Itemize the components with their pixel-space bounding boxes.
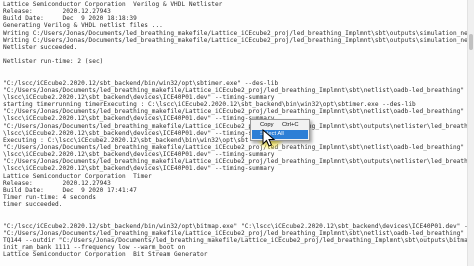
console-line: \lscc\iCEcube2.2020.12\sbt_backend\devic… bbox=[3, 129, 275, 137]
console-line: "C:/Users/Jonas/Documents/led_breathing_… bbox=[3, 229, 474, 237]
console-line: init_ram_bank 1111 --frequency low --war… bbox=[3, 244, 186, 252]
console-line: Netlister run-time: 2 (sec) bbox=[3, 58, 104, 66]
console-line: Writing C:/Users/Jonas/Documents/led_bre… bbox=[3, 29, 474, 37]
console-line: "C:/Users/Jonas/Documents/led_breathing_… bbox=[3, 108, 474, 116]
console-line: Lattice Semiconductor Corporation Verilo… bbox=[3, 1, 223, 8]
menu-item-copy-shortcut: Ctrl+C bbox=[282, 122, 299, 128]
console-line: Lattice Semiconductor Corporation Timer bbox=[3, 172, 152, 180]
console-line: starting timerrunning timerExecuting : C… bbox=[3, 101, 416, 109]
console-line: TQ144 --outdir "C:/Users/Jonas/Documents… bbox=[3, 236, 472, 244]
console-line: Timer run-time: 4 seconds bbox=[3, 194, 96, 202]
console-line: Netlister succeeded. bbox=[3, 43, 78, 51]
vertical-scrollbar[interactable] bbox=[467, 0, 474, 266]
console-line: \lscc\iCEcube2.2020.12\sbt_backend\devic… bbox=[3, 151, 275, 159]
console-line: Release: 2020.12.27943 bbox=[3, 179, 111, 187]
console-line: "C:/lscc/iCEcube2.2020.12/sbt_backend/bi… bbox=[3, 79, 279, 87]
arrow-cursor-icon bbox=[262, 129, 276, 147]
menu-item-copy[interactable]: Copy Ctrl+C bbox=[252, 121, 308, 130]
console-line: "C:/Users/Jonas/Documents/led_breathing_… bbox=[3, 144, 474, 151]
console-output[interactable]: Lattice Semiconductor Corporation Verilo… bbox=[0, 0, 474, 266]
console-line: timer succeeded. bbox=[3, 201, 63, 209]
console-line: "C:/Users/Jonas/Documents/led_breathing_… bbox=[3, 158, 474, 166]
console-line: "C:/Users/Jonas/Documents/led_breathing_… bbox=[3, 86, 474, 94]
console-line: \lscc\iCEcube2.2020.12\sbt_backend\devic… bbox=[3, 115, 275, 123]
console-line: "C:/Users/Jonas/Documents/led_breathing_… bbox=[3, 122, 474, 130]
scrollbar-thumb[interactable] bbox=[469, 34, 473, 50]
console-line: Build Date: Dec 9 2020 17:41:47 bbox=[3, 186, 137, 194]
console-line: Generating Verilog & VHDL netlist files … bbox=[3, 22, 163, 30]
console-line: Executing : C:\lscc\iCEcube2.2020.12\sbt… bbox=[3, 136, 249, 144]
console-line: Lattice Semiconductor Corporation Bit St… bbox=[3, 251, 208, 259]
console-line: Release: 2020.12.27943 bbox=[3, 8, 111, 16]
context-menu: Copy Ctrl+C Select All bbox=[250, 119, 310, 141]
menu-item-select-all[interactable]: Select All bbox=[252, 130, 308, 139]
console-line: "C:/lscc/iCEcube2.2020.12/sbt_backend/bi… bbox=[3, 222, 472, 230]
console-line: \lscc\iCEcube2.2020.12\sbt_backend\devic… bbox=[3, 165, 275, 173]
console-line: \lscc\iCEcube2.2020.12\sbt_backend\devic… bbox=[3, 93, 275, 101]
console-line: Writing C:/Users/Jonas/Documents/led_bre… bbox=[3, 36, 474, 44]
console-line: Build Date: Dec 9 2020 18:18:39 bbox=[3, 15, 137, 23]
